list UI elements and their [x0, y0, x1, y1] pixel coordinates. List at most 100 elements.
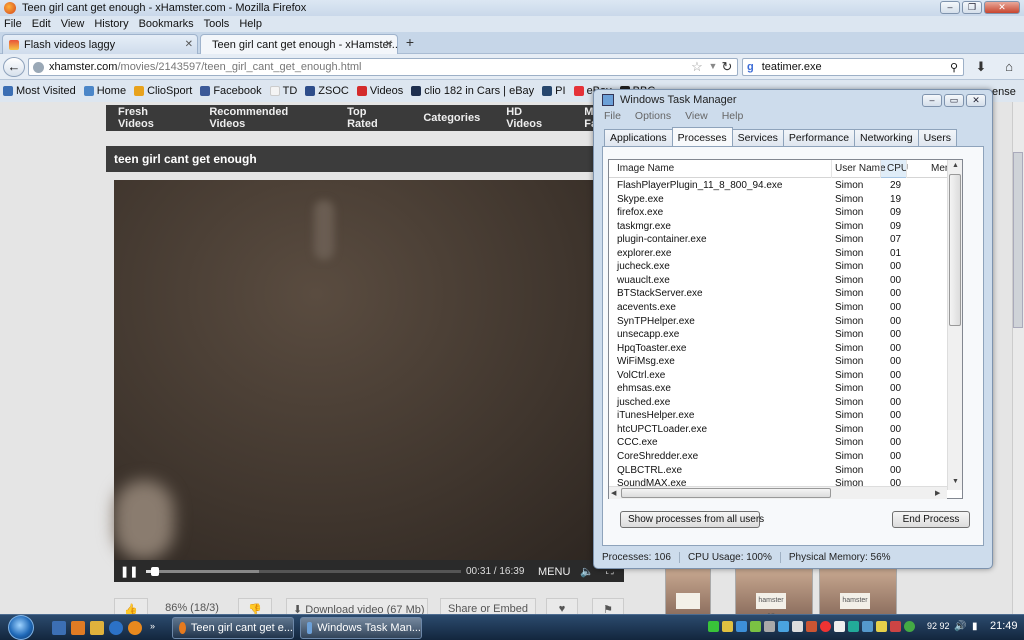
- video-player[interactable]: [114, 180, 619, 560]
- search-magnifier-icon[interactable]: ⚲: [950, 61, 958, 74]
- search-input[interactable]: g teatimer.exe ⚲: [742, 58, 964, 76]
- tray-icon[interactable]: [904, 621, 915, 632]
- network-tray-icon[interactable]: ▮: [972, 621, 983, 632]
- firefox-launcher-icon[interactable]: [128, 621, 142, 635]
- bookmark-zsoc[interactable]: ZSOC: [305, 85, 349, 97]
- taskbar-firefox[interactable]: Teen girl cant get e...: [172, 617, 294, 639]
- bookmark-home[interactable]: Home: [83, 85, 126, 97]
- quicklaunch-expand-icon[interactable]: »: [150, 621, 164, 635]
- show-desktop-icon[interactable]: [52, 621, 66, 635]
- tm-close-button[interactable]: ✕: [966, 94, 986, 107]
- process-row[interactable]: CoreShredder.exe Simon 00: [609, 451, 947, 465]
- tab-flash-videos[interactable]: Flash videos laggy ✕: [2, 34, 198, 54]
- process-row[interactable]: plugin-container.exe Simon 07: [609, 234, 947, 248]
- internet-explorer-icon[interactable]: [109, 621, 123, 635]
- tab-close-icon[interactable]: ✕: [185, 39, 193, 50]
- maximize-button[interactable]: ❐: [962, 1, 982, 14]
- vscroll-thumb[interactable]: [949, 174, 961, 326]
- process-row[interactable]: iTunesHelper.exe Simon 00: [609, 410, 947, 424]
- process-row[interactable]: BTStackServer.exe Simon 00: [609, 288, 947, 302]
- process-row[interactable]: ehmsas.exe Simon 00: [609, 383, 947, 397]
- process-row[interactable]: acevents.exe Simon 00: [609, 302, 947, 316]
- scroll-left-icon[interactable]: ◀: [611, 489, 616, 497]
- tm-menu-options[interactable]: Options: [635, 110, 671, 124]
- reload-icon[interactable]: ↻: [720, 59, 734, 75]
- tab-performance[interactable]: Performance: [782, 129, 856, 146]
- pause-icon[interactable]: ❚❚: [120, 565, 138, 578]
- nav-categories[interactable]: Categories: [423, 112, 480, 124]
- bookmark-pi[interactable]: PI: [542, 85, 566, 97]
- process-row[interactable]: explorer.exe Simon 01: [609, 248, 947, 262]
- menu-file[interactable]: File: [4, 18, 22, 30]
- back-button[interactable]: ←: [3, 57, 25, 77]
- column-divider[interactable]: [880, 160, 881, 178]
- tab-networking[interactable]: Networking: [854, 129, 919, 146]
- menu-history[interactable]: History: [94, 18, 128, 30]
- nav-fresh-videos[interactable]: Fresh Videos: [118, 106, 183, 130]
- bookmark-most-visited[interactable]: Most Visited: [3, 85, 76, 97]
- process-row[interactable]: jucheck.exe Simon 00: [609, 261, 947, 275]
- menu-edit[interactable]: Edit: [32, 18, 51, 30]
- download-icon[interactable]: ⬇: [974, 59, 988, 75]
- process-row[interactable]: VolCtrl.exe Simon 00: [609, 370, 947, 384]
- menu-help[interactable]: Help: [239, 18, 262, 30]
- end-process-button[interactable]: End Process: [892, 511, 970, 528]
- bookmark-td[interactable]: TD: [269, 85, 297, 97]
- process-row[interactable]: firefox.exe Simon 09: [609, 207, 947, 221]
- tray-icon[interactable]: [806, 621, 817, 632]
- process-row[interactable]: taskmgr.exe Simon 09: [609, 221, 947, 235]
- tray-icon[interactable]: [834, 621, 845, 632]
- tab-users[interactable]: Users: [917, 129, 957, 146]
- bookmark-cliosport[interactable]: ClioSport: [134, 85, 192, 97]
- bookmark-videos[interactable]: Videos: [356, 85, 403, 97]
- tray-icon[interactable]: [876, 621, 887, 632]
- tab-services[interactable]: Services: [731, 129, 784, 146]
- tray-icon[interactable]: [890, 621, 901, 632]
- related-video-thumbnail[interactable]: hamster 18: [735, 568, 813, 620]
- seek-handle[interactable]: [151, 567, 160, 576]
- tm-maximize-button[interactable]: ▭: [944, 94, 964, 107]
- process-row[interactable]: FlashPlayerPlugin_11_8_800_94.exe Simon 29: [609, 180, 947, 194]
- process-row[interactable]: Skype.exe Simon 19: [609, 194, 947, 208]
- process-row[interactable]: SynTPHelper.exe Simon 00: [609, 316, 947, 330]
- nav-hd-videos[interactable]: HD Videos: [506, 106, 558, 130]
- site-identity-icon[interactable]: [33, 61, 44, 73]
- process-row[interactable]: jusched.exe Simon 00: [609, 397, 947, 411]
- menu-bookmarks[interactable]: Bookmarks: [139, 18, 194, 30]
- menu-view[interactable]: View: [61, 18, 85, 30]
- tray-icon[interactable]: [722, 621, 733, 632]
- page-scrollbar-thumb[interactable]: [1013, 152, 1023, 328]
- new-tab-button[interactable]: +: [400, 33, 420, 52]
- process-row[interactable]: QLBCTRL.exe Simon 00: [609, 465, 947, 479]
- bookmark-star-icon[interactable]: ☆: [690, 59, 704, 75]
- process-row[interactable]: WiFiMsg.exe Simon 00: [609, 356, 947, 370]
- tab-applications[interactable]: Applications: [604, 129, 673, 146]
- minimize-button[interactable]: –: [940, 1, 960, 14]
- tm-menu-view[interactable]: View: [685, 110, 708, 124]
- tray-green-icon[interactable]: [708, 621, 719, 632]
- tray-icon[interactable]: [764, 621, 775, 632]
- vlc-icon[interactable]: [71, 621, 85, 635]
- show-all-processes-button[interactable]: Show processes from all users: [620, 511, 764, 528]
- scroll-right-icon[interactable]: ▶: [935, 489, 940, 497]
- tab-close-icon[interactable]: ✕: [385, 39, 393, 50]
- column-cpu[interactable]: CPU: [887, 163, 908, 174]
- start-button[interactable]: [8, 615, 34, 640]
- process-row[interactable]: htcUPCTLoader.exe Simon 00: [609, 424, 947, 438]
- bookmark-facebook[interactable]: Facebook: [200, 85, 262, 97]
- volume-icon[interactable]: 🔈: [580, 565, 594, 578]
- process-list[interactable]: Image Name User Name CPU Mem FlashPlayer…: [608, 159, 963, 499]
- related-video-thumbnail[interactable]: hamster: [819, 568, 897, 616]
- nav-top-rated[interactable]: Top Rated: [347, 106, 397, 130]
- process-list-vscroll[interactable]: ▲ ▼: [947, 160, 962, 490]
- tray-icon[interactable]: [862, 621, 873, 632]
- volume-tray-icon[interactable]: 🔊: [954, 621, 966, 632]
- tray-icon[interactable]: [750, 621, 761, 632]
- tray-icon[interactable]: [778, 621, 789, 632]
- tab-xhamster[interactable]: Teen girl cant get enough - xHamster... …: [200, 34, 398, 54]
- tm-menu-file[interactable]: File: [604, 110, 621, 124]
- close-button[interactable]: ✕: [984, 1, 1020, 14]
- taskbar-clock[interactable]: 21:49: [990, 620, 1018, 632]
- hscroll-thumb[interactable]: [621, 488, 831, 498]
- tray-icon[interactable]: [736, 621, 747, 632]
